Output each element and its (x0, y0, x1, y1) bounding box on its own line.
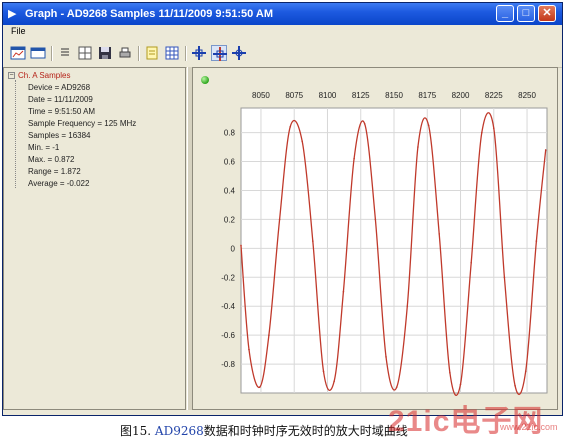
sample-point (427, 124, 430, 127)
sample-point (248, 348, 250, 351)
crosshair-icon[interactable] (191, 45, 207, 61)
sample-point (544, 149, 547, 151)
y-tick-label: -0.4 (221, 302, 235, 311)
sample-point (406, 305, 409, 307)
x-tick-label: 8200 (452, 91, 470, 100)
sample-point (289, 126, 292, 128)
minimize-button[interactable]: _ (496, 5, 514, 22)
sample-point (312, 240, 314, 242)
tree-item-date[interactable]: Date = 11/11/2009 (28, 95, 93, 104)
menu-bar: File (3, 25, 562, 39)
sample-point (322, 370, 325, 373)
x-tick-label: 8150 (385, 91, 403, 100)
tree-item-min[interactable]: Min. = -1 (28, 143, 59, 152)
sample-point (395, 386, 398, 389)
split-icon[interactable] (77, 45, 93, 61)
sample-point (374, 218, 377, 221)
sample-point (385, 356, 387, 358)
x-tick-label: 8250 (518, 91, 536, 100)
sample-point (363, 123, 366, 125)
y-tick-label: 0.6 (224, 158, 236, 167)
tree-item-range[interactable]: Range = 1.872 (28, 167, 81, 176)
crosshair-pressed-icon[interactable] (211, 45, 227, 61)
grid-icon[interactable] (164, 45, 180, 61)
window-icon[interactable] (30, 45, 46, 61)
caption-figure-number: 图15. (120, 424, 152, 438)
y-tick-label: -0.2 (221, 273, 235, 282)
caption-part-number: AD9268 (154, 424, 204, 438)
sample-point (470, 261, 472, 264)
collapse-icon[interactable]: − (8, 72, 15, 80)
sample-point (524, 370, 527, 373)
crosshair-alt-icon[interactable] (231, 45, 247, 61)
sample-point (278, 218, 281, 221)
x-tick-label: 8100 (319, 91, 337, 100)
sample-point (535, 240, 538, 242)
sample-point (417, 146, 419, 148)
sample-point (459, 383, 462, 386)
x-tick-label: 8225 (485, 91, 503, 100)
sample-point (449, 371, 451, 374)
tree-item-samples[interactable]: Samples = 16384 (28, 131, 91, 140)
toolbar (3, 41, 562, 68)
note-icon[interactable] (144, 45, 160, 61)
y-tick-label: -0.6 (221, 331, 235, 340)
watermark-logo: 21ic电子网 (388, 405, 544, 438)
figure-caption: 图15. AD9268数据和时钟时序无效时的放大时域曲线 (120, 422, 408, 439)
tree-item-max[interactable]: Max. = 0.872 (28, 155, 74, 164)
new-graph-icon[interactable] (10, 45, 26, 61)
tree-root-label: Ch. A Samples (18, 71, 71, 80)
sample-point (301, 140, 303, 143)
save-icon[interactable] (97, 45, 113, 61)
x-tick-label: 8050 (252, 91, 270, 100)
menu-file[interactable]: File (11, 26, 26, 36)
graph-pane: 8050 8075 8100 8125 8150 8175 8200 8225 8250 0.8 0… (192, 67, 558, 410)
sample-point (481, 131, 483, 134)
y-tick-label: 0.2 (224, 215, 236, 224)
window-title: Graph - AD9268 Samples 11/11/2009 9:51:5… (25, 8, 274, 20)
tree-item-time[interactable]: Time = 9:51:50 AM (28, 107, 95, 116)
tree-item-average[interactable]: Average = -0.022 (28, 179, 89, 188)
print-icon[interactable] (117, 45, 133, 61)
watermark-url: www.21ic.com (500, 422, 558, 432)
close-button[interactable]: ✕ (538, 5, 556, 22)
sample-info-tree: − Ch. A Samples Device = AD9268 Date = 11… (3, 67, 186, 410)
sample-point (492, 127, 495, 130)
sample-point (342, 290, 345, 293)
sample-point (503, 276, 506, 279)
sample-point (333, 380, 335, 383)
x-tick-label: 8175 (418, 91, 436, 100)
y-tick-label: -0.8 (221, 360, 235, 369)
maximize-button[interactable]: □ (517, 5, 535, 22)
sample-point (438, 233, 441, 235)
x-tick-label: 8075 (285, 91, 303, 100)
sample-point (268, 334, 270, 336)
waveform-chart[interactable]: 8050 8075 8100 8125 8150 8175 8200 8225 8250 0.8 0… (193, 68, 557, 409)
y-tick-label: 0 (231, 244, 236, 253)
app-icon: ▶ (8, 8, 17, 20)
sample-point (353, 157, 355, 160)
y-tick-label: 0.8 (224, 129, 236, 138)
tree-item-device[interactable]: Device = AD9268 (28, 83, 90, 92)
sample-point (514, 384, 516, 387)
list-icon[interactable] (57, 45, 73, 61)
tree-item-sample-freq[interactable]: Sample Frequency = 125 MHz (28, 119, 136, 128)
tree-root[interactable]: − Ch. A Samples (8, 71, 70, 80)
caption-text: 数据和时钟时序无效时的放大时域曲线 (203, 424, 408, 438)
title-bar[interactable]: ▶ Graph - AD9268 Samples 11/11/2009 9:51… (3, 3, 562, 25)
sample-point (258, 386, 261, 389)
x-tick-label: 8125 (352, 91, 370, 100)
sample-point (240, 244, 242, 247)
y-tick-label: 0.4 (224, 186, 236, 195)
